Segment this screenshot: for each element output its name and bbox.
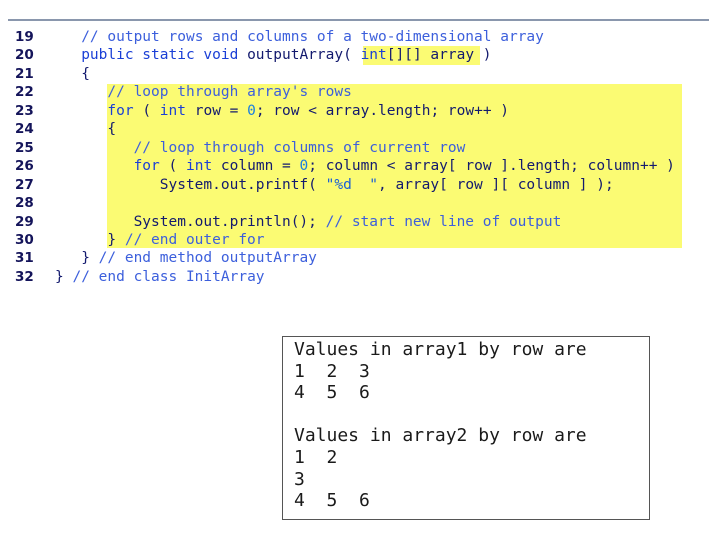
- code-line: 32} // end class InitArray: [0, 268, 720, 286]
- code-line: 25 // loop through columns of current ro…: [0, 139, 720, 157]
- code-line: 24 {: [0, 120, 720, 138]
- line-number: 29: [15, 213, 34, 230]
- line-number: 20: [15, 47, 34, 64]
- code-token: "%d ": [325, 176, 379, 193]
- code-comment: // loop through columns of current row: [133, 139, 466, 156]
- code-token: 0: [299, 158, 309, 175]
- line-number: 30: [15, 231, 34, 248]
- output-line: 4 5 6: [294, 490, 370, 512]
- code-token: System.out.println();: [55, 213, 326, 230]
- code-line: 27 System.out.printf( "%d ", array[ row …: [0, 176, 720, 194]
- code-text: public static void outputArray( int[][] …: [55, 46, 492, 64]
- code-text: for ( int column = 0; column < array[ ro…: [55, 157, 675, 175]
- code-text: } // end class InitArray: [55, 268, 265, 286]
- code-token: (: [159, 158, 186, 175]
- code-line: 31 } // end method outputArray: [0, 249, 720, 267]
- code-token: }: [55, 268, 73, 285]
- code-text: {: [55, 120, 116, 138]
- output-line: 3: [294, 468, 305, 490]
- line-number: 32: [15, 268, 34, 285]
- code-token: ; column < array[ row ].length; column++…: [308, 158, 675, 175]
- code-comment: // end method outputArray: [98, 250, 317, 267]
- code-text: } // end outer for: [55, 231, 265, 249]
- line-number: 22: [15, 84, 34, 101]
- code-token: [][] array ): [386, 47, 492, 64]
- code-keyword: for: [107, 102, 134, 119]
- code-line: 20 public static void outputArray( int[]…: [0, 46, 720, 64]
- code-line: 19 // output rows and columns of a two-d…: [0, 28, 720, 46]
- code-token: {: [55, 121, 117, 138]
- line-number: 24: [15, 121, 34, 138]
- code-text: // output rows and columns of a two-dime…: [55, 28, 544, 46]
- top-divider: [8, 19, 709, 21]
- code-token: }: [55, 250, 99, 267]
- line-number: 23: [15, 102, 34, 119]
- code-token: System.out.printf(: [55, 176, 326, 193]
- code-comment: // end outer for: [124, 231, 265, 248]
- code-token: ; row < array.length; row++ ): [255, 102, 510, 119]
- code-token: {: [55, 65, 90, 82]
- code-line: 26 for ( int column = 0; column < array[…: [0, 157, 720, 175]
- output-line: Values in array2 by row are: [294, 425, 587, 447]
- code-token: (: [133, 102, 160, 119]
- code-text: {: [55, 65, 90, 83]
- code-token: }: [55, 231, 125, 248]
- code-token: outputArray(: [238, 47, 361, 64]
- code-text: System.out.printf( "%d ", array[ row ][ …: [55, 176, 614, 194]
- code-line: 22 // loop through array's rows: [0, 83, 720, 101]
- output-line: Values in array1 by row are: [294, 339, 587, 360]
- code-token: column =: [212, 158, 300, 175]
- code-line: 28: [0, 194, 720, 212]
- code-text: // loop through array's rows: [55, 83, 352, 101]
- code-token: row =: [186, 102, 248, 119]
- code-token: , array[ row ][ column ] );: [378, 176, 614, 193]
- code-line: 23 for ( int row = 0; row < array.length…: [0, 102, 720, 120]
- code-keyword: int: [185, 158, 213, 175]
- code-text: } // end method outputArray: [55, 249, 317, 267]
- code-comment: // output rows and columns of a two-dime…: [81, 29, 544, 45]
- code-keyword: for: [133, 158, 160, 175]
- code-comment: // end class InitArray: [72, 268, 265, 285]
- code-keyword: public static void: [81, 47, 239, 64]
- code-keyword: int: [360, 47, 387, 64]
- code-comment: // loop through array's rows: [107, 84, 352, 101]
- line-number: 25: [15, 139, 34, 156]
- code-token: 0: [247, 102, 256, 119]
- code-line: 30 } // end outer for: [0, 231, 720, 249]
- code-line: 29 System.out.println(); // start new li…: [0, 213, 720, 231]
- line-number: 31: [15, 250, 34, 267]
- output-line: 1 2: [294, 447, 338, 468]
- program-output-box: Values in array1 by row are 1 2 34 5 6 Val…: [282, 336, 650, 520]
- code-text: // loop through columns of current row: [55, 139, 466, 157]
- line-number: 21: [15, 65, 34, 82]
- line-number: 27: [15, 176, 34, 193]
- code-comment: // start new line of output: [325, 213, 562, 230]
- output-line: 1 2 3: [294, 360, 370, 382]
- line-number: 26: [15, 158, 34, 175]
- line-number: 28: [15, 195, 34, 212]
- code-text: System.out.println(); // start new line …: [55, 213, 562, 231]
- code-text: for ( int row = 0; row < array.length; r…: [55, 102, 509, 120]
- code-line: 21 {: [0, 65, 720, 83]
- code-keyword: int: [159, 102, 186, 119]
- output-line: 4 5 6: [294, 382, 370, 404]
- line-number: 19: [15, 29, 34, 45]
